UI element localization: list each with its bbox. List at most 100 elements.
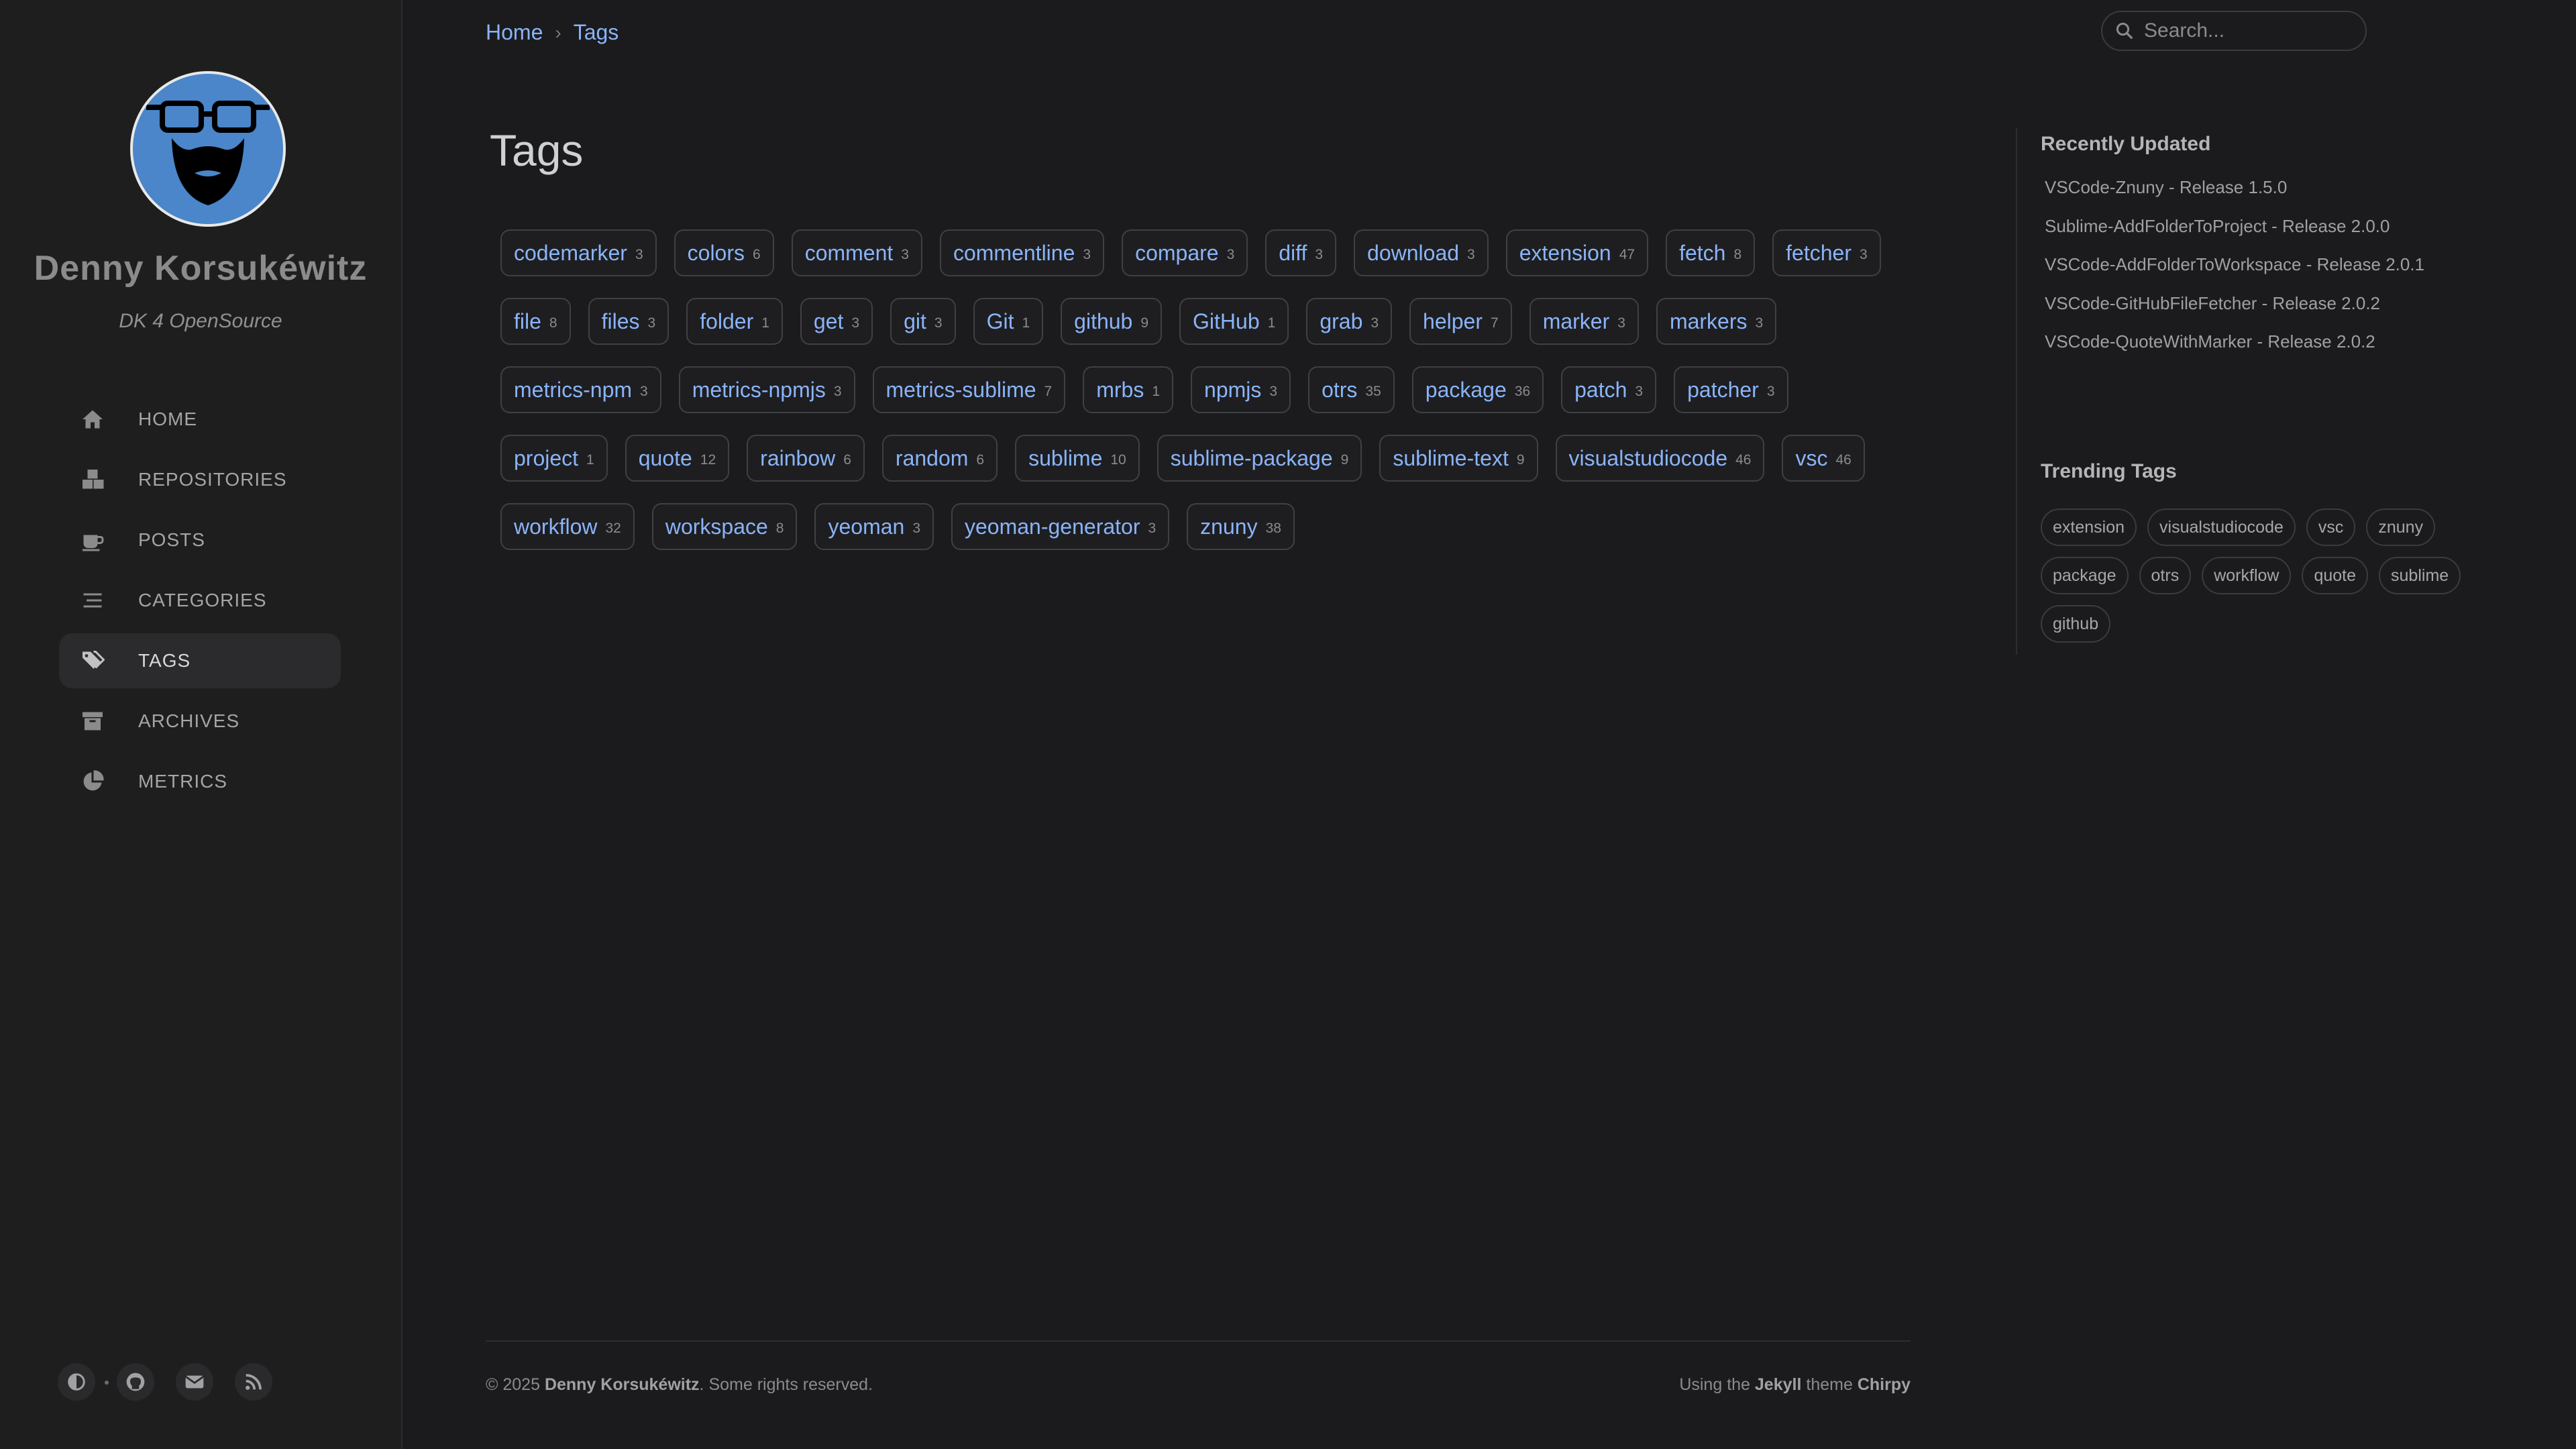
rss-icon [246, 1374, 262, 1390]
tag-link[interactable]: colors 6 [674, 229, 774, 276]
tag-link[interactable]: file 8 [500, 298, 571, 345]
search-box[interactable] [2101, 11, 2367, 51]
tag-link[interactable]: znuny 38 [1187, 503, 1295, 550]
rss-link[interactable] [235, 1363, 272, 1401]
tag-link[interactable]: sublime 10 [1015, 435, 1140, 482]
sidebar-item-repositories[interactable]: REPOSITORIES [59, 452, 341, 507]
tag-link[interactable]: fetch 8 [1666, 229, 1756, 276]
recent-post-link[interactable]: Sublime-AddFolderToProject - Release 2.0… [2045, 216, 2424, 255]
trending-tag-link[interactable]: znuny [2366, 508, 2436, 546]
tag-link[interactable]: github 9 [1061, 298, 1163, 345]
tag-name: mrbs [1096, 377, 1144, 402]
tag-name: znuny [1200, 514, 1258, 539]
tag-link[interactable]: extension 47 [1505, 229, 1649, 276]
tag-link[interactable]: helper 7 [1409, 298, 1512, 345]
tag-link[interactable]: sublime-text 9 [1379, 435, 1538, 482]
sidebar-item-tags[interactable]: TAGS [59, 633, 341, 688]
tag-link[interactable]: rainbow 6 [747, 435, 865, 482]
tag-link[interactable]: yeoman 3 [814, 503, 934, 550]
tag-link[interactable]: marker 3 [1529, 298, 1639, 345]
search-input[interactable] [2143, 19, 2347, 43]
trending-tag-link[interactable]: visualstudiocode [2147, 508, 2296, 546]
github-link[interactable] [117, 1363, 154, 1401]
tag-link[interactable]: patcher 3 [1674, 366, 1788, 413]
tag-name: GitHub [1193, 309, 1260, 333]
tag-link[interactable]: diff 3 [1265, 229, 1337, 276]
tag-link[interactable]: metrics-npm 3 [500, 366, 661, 413]
tag-link[interactable]: random 6 [881, 435, 998, 482]
avatar[interactable] [130, 71, 286, 227]
sidebar-item-metrics[interactable]: METRICS [59, 754, 341, 809]
tag-link[interactable]: codemarker 3 [500, 229, 657, 276]
tag-link[interactable]: GitHub 1 [1179, 298, 1289, 345]
tag-link[interactable]: metrics-sublime 7 [872, 366, 1066, 413]
tag-link[interactable]: commentline 3 [939, 229, 1105, 276]
email-icon [184, 1375, 205, 1389]
tag-name: colors [687, 240, 745, 265]
tag-name: visualstudiocode [1568, 445, 1728, 470]
tag-count: 36 [1514, 384, 1531, 399]
tag-link[interactable]: patch 3 [1561, 366, 1657, 413]
sidebar-item-categories[interactable]: CATEGORIES [59, 573, 341, 628]
trending-tag-link[interactable]: vsc [2306, 508, 2356, 546]
tag-link[interactable]: fetcher 3 [1772, 229, 1881, 276]
tag-link[interactable]: otrs 35 [1308, 366, 1395, 413]
trending-tag-link[interactable]: sublime [2379, 557, 2461, 594]
tag-link[interactable]: workflow 32 [500, 503, 635, 550]
sidebar-item-label: HOME [138, 409, 197, 429]
tag-link[interactable]: get 3 [800, 298, 873, 345]
tag-name: package [1425, 377, 1507, 402]
tag-link[interactable]: Git 1 [973, 298, 1044, 345]
email-link[interactable] [176, 1363, 213, 1401]
tag-count: 8 [549, 315, 557, 331]
theme-toggle-button[interactable] [58, 1363, 109, 1401]
tag-name: patcher [1687, 377, 1759, 402]
tag-link[interactable]: workspace 8 [651, 503, 798, 550]
trending-tag-link[interactable]: otrs [2139, 557, 2192, 594]
trending-tag-link[interactable]: workflow [2202, 557, 2292, 594]
tag-count: 3 [851, 315, 860, 331]
recent-post-link[interactable]: VSCode-GitHubFileFetcher - Release 2.0.2 [2045, 293, 2424, 332]
recent-post-link[interactable]: VSCode-Znuny - Release 1.5.0 [2045, 177, 2424, 216]
tag-link[interactable]: yeoman-generator 3 [951, 503, 1170, 550]
trending-tag-link[interactable]: extension [2041, 508, 2137, 546]
trending-tag-link[interactable]: quote [2302, 557, 2369, 594]
tag-link[interactable]: grab 3 [1306, 298, 1393, 345]
tag-link[interactable]: mrbs 1 [1083, 366, 1174, 413]
chirpy-link[interactable]: Chirpy [1858, 1375, 1911, 1394]
sidebar-item-posts[interactable]: POSTS [59, 513, 341, 568]
tag-link[interactable]: vsc 46 [1782, 435, 1865, 482]
tag-count: 9 [1140, 315, 1149, 331]
tag-count: 8 [775, 521, 784, 536]
panel-divider [2016, 127, 2017, 655]
footer-author-link[interactable]: Denny Korsukéwitz [545, 1375, 700, 1394]
tag-link[interactable]: download 3 [1354, 229, 1489, 276]
tag-link[interactable]: sublime-package 9 [1157, 435, 1362, 482]
sidebar-item-home[interactable]: HOME [59, 392, 341, 447]
site-title[interactable]: Denny Korsukéwitz [0, 248, 401, 288]
tag-name: helper [1423, 309, 1483, 333]
tag-link[interactable]: package 36 [1411, 366, 1544, 413]
sidebar-bottom-bar [58, 1363, 294, 1401]
tag-link[interactable]: project 1 [500, 435, 608, 482]
trending-tags-heading: Trending Tags [2041, 460, 2177, 482]
recent-post-link[interactable]: VSCode-QuoteWithMarker - Release 2.0.2 [2045, 331, 2424, 370]
tag-link[interactable]: compare 3 [1122, 229, 1248, 276]
tag-count: 1 [1022, 315, 1030, 331]
tag-link[interactable]: files 3 [588, 298, 669, 345]
tag-name: quote [638, 445, 692, 470]
tag-link[interactable]: comment 3 [791, 229, 922, 276]
recent-post-link[interactable]: VSCode-AddFolderToWorkspace - Release 2.… [2045, 254, 2424, 293]
tag-link[interactable]: folder 1 [686, 298, 783, 345]
trending-tag-link[interactable]: github [2041, 605, 2111, 643]
breadcrumb-home-link[interactable]: Home [486, 20, 543, 45]
tag-link[interactable]: quote 12 [625, 435, 730, 482]
tag-link[interactable]: git 3 [890, 298, 956, 345]
sidebar-item-archives[interactable]: ARCHIVES [59, 694, 341, 749]
trending-tag-link[interactable]: package [2041, 557, 2129, 594]
tag-link[interactable]: visualstudiocode 46 [1555, 435, 1765, 482]
tag-link[interactable]: npmjs 3 [1191, 366, 1291, 413]
tag-link[interactable]: metrics-npmjs 3 [678, 366, 855, 413]
tag-link[interactable]: markers 3 [1656, 298, 1777, 345]
jekyll-link[interactable]: Jekyll [1755, 1375, 1802, 1394]
